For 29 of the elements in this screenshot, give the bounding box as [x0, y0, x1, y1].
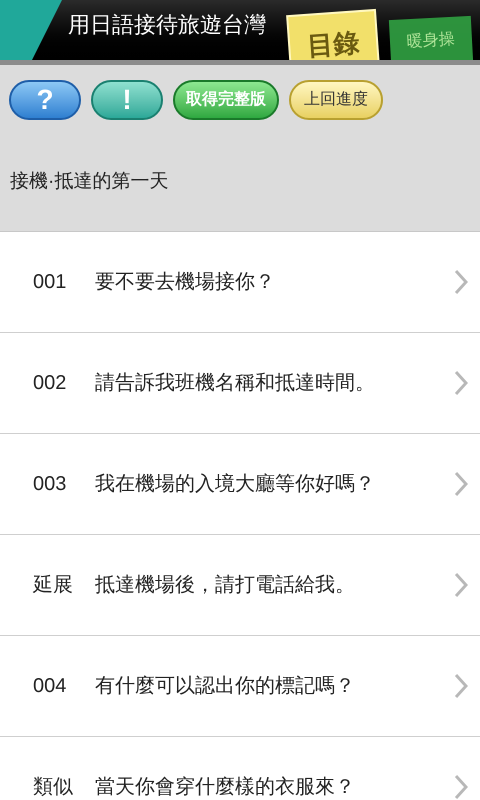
section-title: 接機·抵達的第一天 — [9, 170, 170, 194]
lesson-title: 抵達機場後，請打電話給我。 — [95, 573, 356, 598]
lesson-row[interactable]: 002 請告訴我班機名稱和抵達時間。 — [0, 333, 480, 434]
lesson-row[interactable]: 004 有什麼可以認出你的標記嗎？ — [0, 636, 480, 737]
chevron-icon — [454, 673, 468, 699]
chevron-icon — [454, 572, 468, 598]
lesson-row[interactable]: 001 要不要去機場接你？ — [0, 232, 480, 333]
chevron-icon — [454, 774, 468, 800]
nav-tab[interactable]: 目錄 — [288, 11, 378, 60]
lesson-row[interactable]: 類似 當天你會穿什麼樣的衣服來？ — [0, 737, 480, 800]
lesson-number: 004 — [33, 674, 68, 699]
lesson-title: 我在機場的入境大廳等你好嗎？ — [95, 472, 376, 497]
lesson-title: 有什麼可以認出你的標記嗎？ — [95, 674, 356, 699]
chevron-icon — [454, 471, 468, 497]
lesson-number: 類似 — [33, 775, 74, 800]
lesson-number: 001 — [33, 270, 68, 295]
chevron-icon — [454, 370, 468, 396]
lesson-number: 003 — [33, 472, 68, 497]
lesson-row[interactable]: 延展 抵達機場後，請打電話給我。 — [0, 535, 480, 636]
lesson-title: 請告訴我班機名稱和抵達時間。 — [95, 371, 376, 396]
lesson-row[interactable]: 003 我在機場的入境大廳等你好嗎？ — [0, 434, 480, 535]
stripe-icon — [0, 0, 62, 60]
lesson-title: 要不要去機場接你？ — [95, 270, 276, 295]
app-title: 用日語接待旅遊台灣 — [68, 11, 266, 39]
lesson-number: 延展 — [33, 573, 74, 598]
chevron-icon — [454, 269, 468, 295]
lesson-number: 002 — [33, 371, 68, 396]
toolbar-button[interactable]: 上回進度 — [289, 80, 383, 120]
lesson-title: 當天你會穿什麼樣的衣服來？ — [95, 775, 356, 800]
